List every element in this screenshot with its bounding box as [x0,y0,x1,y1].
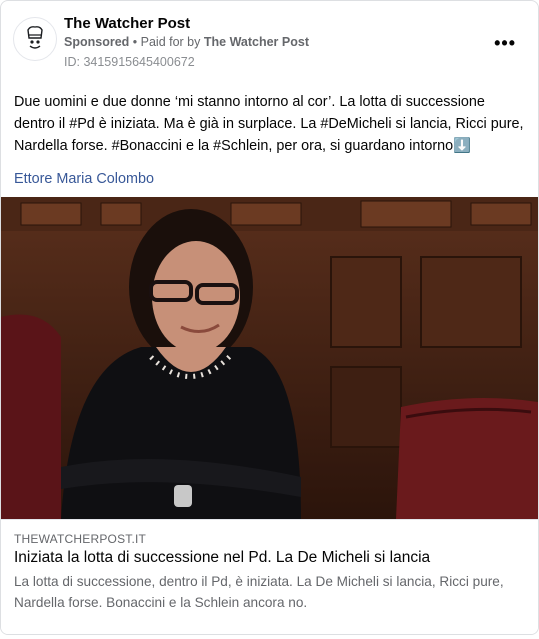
page-avatar[interactable] [13,17,57,61]
ad-post-card: The Watcher Post Sponsored • Paid for by… [0,0,539,635]
sponsored-label: Sponsored [64,35,130,49]
link-description: La lotta di successione, dentro il Pd, è… [14,574,504,610]
paid-for-name[interactable]: The Watcher Post [204,35,309,49]
post-photo[interactable] [1,197,538,519]
link-domain: THEWATCHERPOST.IT [14,532,147,546]
post-header: The Watcher Post Sponsored • Paid for by… [13,13,526,69]
ad-id: ID: 3415915645400672 [64,55,195,69]
link-title[interactable]: Iniziata la lotta di successione nel Pd.… [14,549,430,567]
chef-hat-logo-icon [27,26,43,49]
post-text: Due uomini e due donne ‘mi stanno intorn… [14,94,524,154]
page-name[interactable]: The Watcher Post [64,15,190,32]
paid-for-prefix: • Paid for by [132,35,201,49]
author-link[interactable]: Ettore Maria Colombo [14,171,154,187]
link-preview[interactable]: THEWATCHERPOST.IT Iniziata la lotta di s… [1,519,538,634]
photo-illustration [1,197,538,519]
more-options-button[interactable]: ••• [494,33,516,54]
sponsored-line: Sponsored • Paid for by The Watcher Post [64,35,309,49]
